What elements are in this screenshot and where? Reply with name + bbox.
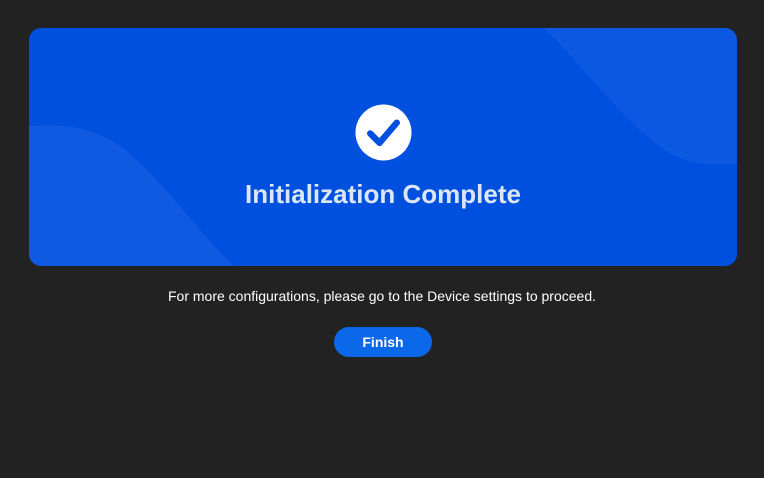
success-banner: Initialization Complete xyxy=(29,28,737,266)
configuration-message: For more configurations, please go to th… xyxy=(167,288,596,304)
check-circle-icon xyxy=(355,104,412,161)
banner-title: Initialization Complete xyxy=(245,179,521,209)
finish-button[interactable]: Finish xyxy=(334,327,432,357)
initialization-complete-page: Initialization Complete For more configu… xyxy=(0,0,764,478)
